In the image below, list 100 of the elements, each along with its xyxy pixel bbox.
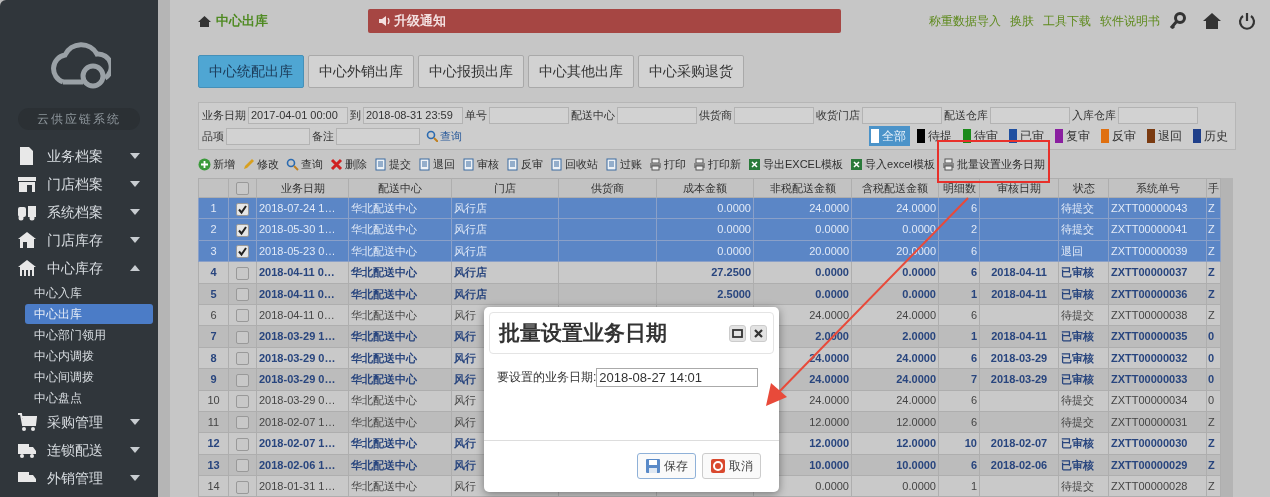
checkbox[interactable] bbox=[236, 202, 249, 216]
tab[interactable]: 中心外销出库 bbox=[308, 55, 414, 88]
toolbar-button[interactable]: 修改 bbox=[242, 155, 279, 173]
table-row[interactable]: 4 2018-04-11 0… 华北配送中心 风行店 27.2500 0.0000 0.0000 6 2018-04-11 已审核 ZXTT00000037 Z bbox=[198, 261, 1221, 284]
document-icon bbox=[462, 157, 475, 171]
input-field[interactable] bbox=[734, 106, 814, 124]
toolbar-button[interactable]: 打印 bbox=[649, 155, 686, 173]
checkbox[interactable] bbox=[236, 416, 249, 430]
table-row[interactable]: 5 2018-04-11 0… 华北配送中心 风行店 2.5000 0.0000 0.0000 1 2018-04-11 已审核 ZXTT00000036 Z bbox=[198, 283, 1221, 305]
checkbox[interactable] bbox=[236, 352, 249, 366]
checkbox[interactable] bbox=[236, 459, 249, 473]
key-icon[interactable] bbox=[1169, 12, 1186, 30]
maximize-button[interactable] bbox=[729, 324, 746, 342]
toolbar-button[interactable]: 导入excel模板 bbox=[850, 155, 935, 173]
input-field[interactable]: 2017-04-01 00:00 bbox=[248, 106, 348, 124]
column-header[interactable]: 含税配送金额 bbox=[851, 178, 939, 198]
toolbar-button[interactable]: 批量设置业务日期 bbox=[941, 155, 1045, 173]
input-field[interactable] bbox=[336, 127, 420, 145]
menu-item[interactable]: 连锁配送 bbox=[0, 436, 158, 464]
checkbox[interactable] bbox=[236, 223, 249, 237]
status-filter[interactable]: 退回 bbox=[1147, 126, 1186, 146]
tab[interactable]: 中心采购退货 bbox=[638, 55, 744, 88]
column-header[interactable]: 系统单号 bbox=[1108, 178, 1207, 198]
input-field[interactable] bbox=[1118, 106, 1198, 124]
checkbox[interactable] bbox=[236, 266, 249, 280]
menu-item[interactable]: 业务档案 bbox=[0, 142, 158, 170]
field-label: 备注 bbox=[312, 128, 334, 144]
column-header[interactable]: 供货商 bbox=[558, 178, 657, 198]
toolbar-button[interactable]: 反审 bbox=[506, 155, 543, 173]
column-header[interactable]: 成本金额 bbox=[656, 178, 754, 198]
toolbar-button[interactable]: 回收站 bbox=[550, 155, 598, 173]
toolbar-button[interactable]: 打印新 bbox=[693, 155, 741, 173]
toolbar-button[interactable]: 删除 bbox=[330, 155, 367, 173]
submenu-item[interactable]: 中心间调拨 bbox=[25, 366, 153, 387]
app-title: 云供应链系统 bbox=[18, 108, 140, 130]
menu-item[interactable]: 门店档案 bbox=[0, 170, 158, 198]
tab[interactable]: 中心统配出库 bbox=[198, 55, 304, 88]
status-filter[interactable]: 复审 bbox=[1055, 126, 1094, 146]
save-button[interactable]: 保存 bbox=[637, 452, 696, 479]
input-field[interactable] bbox=[990, 106, 1070, 124]
house-icon bbox=[17, 230, 37, 250]
checkbox[interactable] bbox=[236, 373, 249, 387]
toolbar-button[interactable]: 审核 bbox=[462, 155, 499, 173]
toolbar-button[interactable]: 提交 bbox=[374, 155, 411, 173]
toolbar-button[interactable]: 过账 bbox=[605, 155, 642, 173]
submenu-item[interactable]: 中心内调拨 bbox=[25, 345, 153, 366]
checkbox[interactable] bbox=[236, 330, 249, 344]
home-icon[interactable] bbox=[1203, 12, 1221, 30]
query-button[interactable]: 查询 bbox=[426, 127, 462, 145]
toolbar-button[interactable]: 导出EXCEL模板 bbox=[748, 155, 844, 173]
toolbar-button[interactable]: 查询 bbox=[286, 155, 323, 173]
toolbar-button[interactable]: 新增 bbox=[198, 155, 235, 173]
table-cell: 24.0000 bbox=[851, 368, 939, 390]
checkbox[interactable] bbox=[236, 182, 249, 196]
checkbox[interactable] bbox=[236, 437, 249, 451]
square-icon[interactable] bbox=[732, 328, 743, 338]
input-field[interactable] bbox=[489, 106, 569, 124]
checkbox[interactable] bbox=[236, 480, 249, 494]
input-field[interactable] bbox=[226, 127, 310, 145]
input-field[interactable] bbox=[862, 106, 942, 124]
menu-item[interactable]: 采购管理 bbox=[0, 408, 158, 436]
input-field[interactable]: 2018-08-31 23:59 bbox=[363, 106, 463, 124]
toolbar-button[interactable]: 退回 bbox=[418, 155, 455, 173]
column-header[interactable]: 非税配送金额 bbox=[753, 178, 852, 198]
document-icon bbox=[605, 157, 618, 171]
scrollbar[interactable] bbox=[1221, 178, 1233, 497]
close-icon[interactable] bbox=[754, 328, 763, 338]
plus-icon bbox=[198, 157, 211, 171]
input-field[interactable] bbox=[617, 106, 697, 124]
column-header[interactable]: 业务日期 bbox=[256, 178, 349, 198]
tab[interactable]: 中心报损出库 bbox=[418, 55, 524, 88]
checkbox[interactable] bbox=[236, 309, 249, 323]
column-header[interactable]: 状态 bbox=[1058, 178, 1109, 198]
cancel-button[interactable]: 取消 bbox=[702, 452, 761, 479]
menu-item[interactable]: 中心库存 bbox=[0, 254, 158, 282]
checkbox[interactable] bbox=[236, 395, 249, 409]
submenu-item[interactable]: 中心出库 bbox=[25, 303, 153, 324]
submenu-item[interactable]: 中心部门领用 bbox=[25, 324, 153, 345]
table-cell: 2018-05-30 1… bbox=[256, 218, 349, 241]
checkbox[interactable] bbox=[236, 288, 249, 302]
menu-item[interactable]: 系统档案 bbox=[0, 198, 158, 226]
status-filter[interactable]: 历史 bbox=[1193, 126, 1232, 146]
close-button[interactable] bbox=[750, 324, 767, 342]
scrollbar[interactable] bbox=[158, 0, 170, 497]
table-cell: 0.0000 bbox=[656, 218, 754, 241]
date-field[interactable]: 2018-08-27 14:01 bbox=[596, 368, 759, 387]
submenu-item[interactable]: 中心盘点 bbox=[25, 387, 153, 408]
table-cell: 0.0000 bbox=[851, 475, 939, 497]
column-header[interactable]: 门店 bbox=[451, 178, 559, 198]
menu-item[interactable]: 门店库存 bbox=[0, 226, 158, 254]
column-header[interactable]: 配送中心 bbox=[348, 178, 452, 198]
table-cell: 6 bbox=[938, 454, 980, 476]
menu-item[interactable]: 外销管理 bbox=[0, 464, 158, 492]
checkbox[interactable] bbox=[236, 245, 249, 259]
power-icon[interactable] bbox=[1238, 12, 1256, 30]
table-cell: 2018-03-29 bbox=[979, 347, 1059, 369]
notice-banner[interactable]: 升级通知 bbox=[368, 9, 841, 33]
submenu-item[interactable]: 中心入库 bbox=[25, 282, 153, 303]
status-filter[interactable]: 反审 bbox=[1101, 126, 1140, 146]
tab[interactable]: 中心其他出库 bbox=[528, 55, 634, 88]
